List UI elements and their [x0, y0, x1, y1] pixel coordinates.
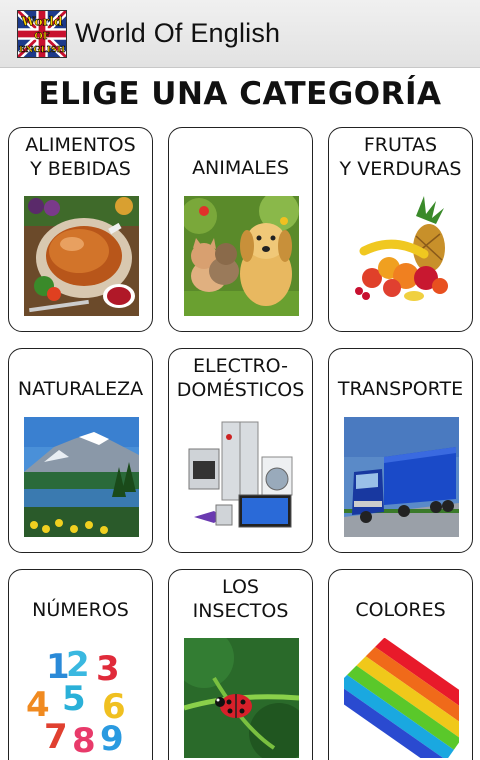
- category-card-appliances[interactable]: ELECTRO- DOMÉSTICOS: [168, 348, 313, 553]
- colors-image: [344, 638, 459, 758]
- category-label: ELECTRO- DOMÉSTICOS: [176, 355, 305, 401]
- category-card-transport[interactable]: TRANSPORTE: [328, 348, 473, 553]
- category-card-fruits[interactable]: FRUTAS Y VERDURAS: [328, 127, 473, 332]
- category-card-nature[interactable]: NATURALEZA: [8, 348, 153, 553]
- category-label: FRUTAS Y VERDURAS: [339, 134, 462, 180]
- svg-text:8: 8: [72, 721, 96, 758]
- svg-text:7: 7: [44, 717, 68, 757]
- animals-image: [184, 196, 299, 316]
- category-label: ALIMENTOS Y BEBIDAS: [25, 134, 136, 180]
- category-card-animals[interactable]: ANIMALES: [168, 127, 313, 332]
- category-label: ANIMALES: [192, 157, 289, 179]
- category-card-numbers[interactable]: NÚMEROS 1 2 3 4 5 6 7 8 9: [8, 569, 153, 760]
- category-grid: ALIMENTOS Y BEBIDAS ANIMALES FRUTAS Y VE…: [0, 0, 480, 760]
- category-label: TRANSPORTE: [337, 378, 464, 400]
- category-label: LOS INSECTOS: [192, 576, 289, 622]
- svg-text:9: 9: [100, 719, 124, 758]
- category-label: NÚMEROS: [32, 599, 129, 621]
- fruits-image: [344, 196, 459, 316]
- appliances-image: [184, 417, 299, 537]
- svg-text:3: 3: [96, 649, 120, 689]
- category-card-food[interactable]: ALIMENTOS Y BEBIDAS: [8, 127, 153, 332]
- category-label: COLORES: [355, 599, 446, 621]
- transport-image: [344, 417, 459, 537]
- nature-image: [24, 417, 139, 537]
- food-image: [24, 196, 139, 316]
- category-label: NATURALEZA: [17, 378, 144, 400]
- svg-text:5: 5: [62, 679, 86, 719]
- category-card-insects[interactable]: LOS INSECTOS: [168, 569, 313, 760]
- numbers-image: 1 2 3 4 5 6 7 8 9: [24, 638, 139, 758]
- insects-image: [184, 638, 299, 758]
- category-card-colors[interactable]: COLORES: [328, 569, 473, 760]
